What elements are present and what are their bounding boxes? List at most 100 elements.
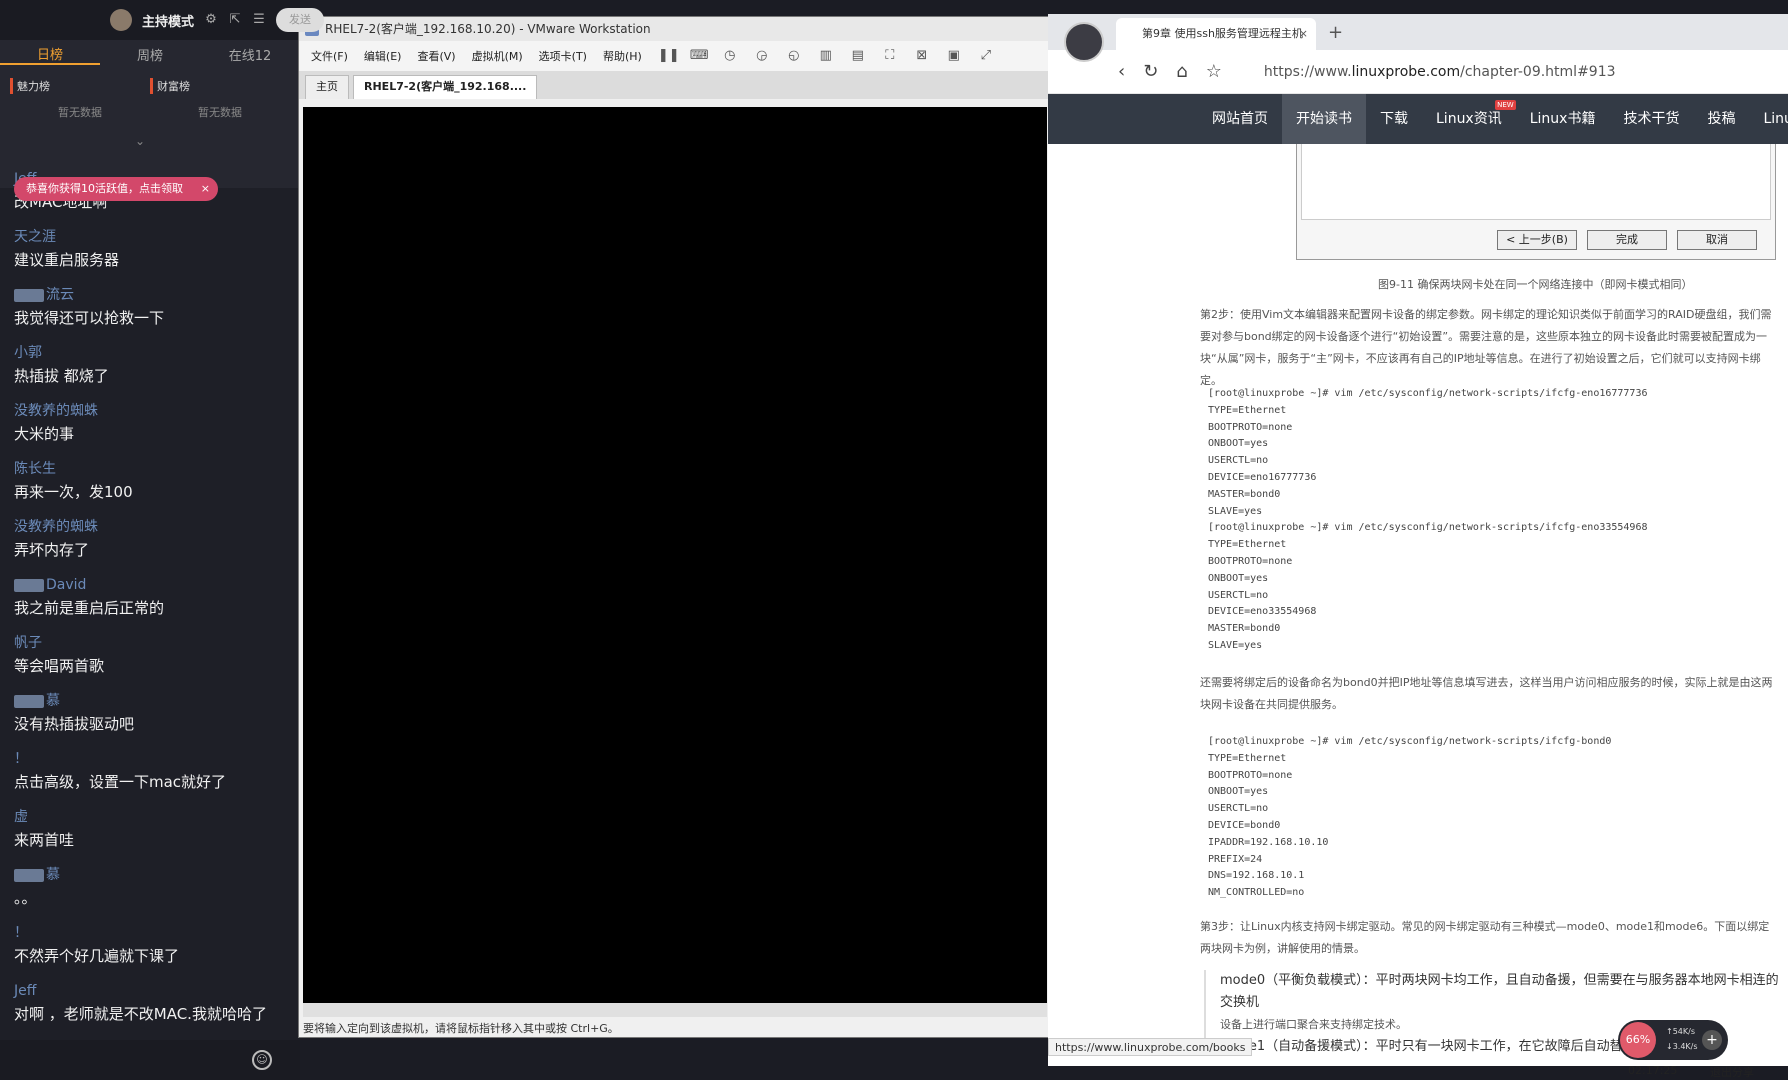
chat-messages: Jeff改MAC地址啊天之涯建议重启服务器流云我觉得还可以抢救一下小郭热插拔 都… <box>0 168 290 1038</box>
collapse-chevron-icon[interactable]: ⌄ <box>130 134 150 148</box>
chat-message: 流云 我觉得还可以抢救一下 <box>0 284 290 342</box>
manage-snapshots-icon[interactable]: ◵ <box>786 48 802 64</box>
board-title: 财富榜 <box>150 78 290 94</box>
wizard-dialog-screenshot: < 上一步(B) 完成 取消 <box>1296 144 1776 260</box>
console-icon[interactable]: ▣ <box>946 48 962 64</box>
menu-tabs[interactable]: 选项卡(T) <box>539 48 587 64</box>
exit-share-button[interactable]: 退出分享 <box>1710 1064 1754 1080</box>
tab-weekly[interactable]: 周榜 <box>100 45 200 64</box>
site-nav-item[interactable]: 下载 <box>1366 94 1422 144</box>
site-nav-label: Linux资讯 <box>1436 111 1502 127</box>
mode0-item: mode0（平衡负载模式）：平时两块网卡均工作，且自动备援，但需要在与服务器本地… <box>1220 973 1779 1010</box>
chat-username[interactable]: 流云 <box>14 284 276 306</box>
chat-username[interactable]: 帆子 <box>14 632 276 654</box>
vmware-window: RHEL7-2(客户端_192.168.10.20) - VMware Work… <box>298 16 1050 1038</box>
chat-message-text: 不然弄个好几遍就下课了 <box>14 947 180 965</box>
chat-username[interactable]: 小郭 <box>14 342 276 364</box>
host-avatar[interactable] <box>109 9 132 31</box>
browser-tab-active[interactable]: 第9章 使用ssh服务管理远程主机 × <box>1116 18 1316 50</box>
snapshot-icon[interactable]: ◷ <box>722 48 738 64</box>
chat-message: 没教养的蜘蛛 弄坏内存了 <box>0 516 290 574</box>
tab-rhel7-client[interactable]: RHEL7-2(客户端_192.168.... <box>353 75 538 99</box>
chat-input-bar: ☺ <box>0 1040 300 1080</box>
vm-status-text: 要将输入定向到该虚拟机，请将鼠标指针移入其中或按 Ctrl+G。 <box>303 1022 619 1035</box>
new-tab-icon[interactable]: + <box>1328 22 1343 43</box>
reload-icon[interactable]: ↻ <box>1143 61 1158 82</box>
chat-message-text: 大米的事 <box>14 425 75 443</box>
send-keys-icon[interactable]: ⌨ <box>690 48 709 64</box>
sidebar-icon[interactable]: ▥ <box>818 48 834 64</box>
chat-username-text: 慕 <box>46 693 60 709</box>
chat-message-text: 没有热插拔驱动吧 <box>14 715 135 733</box>
pause-icon[interactable]: ❚❚ <box>658 48 680 64</box>
bond0-paragraph: 还需要将绑定后的设备命名为bond0并把IP地址等信息填写进去，这样当用户访问相… <box>1200 676 1773 711</box>
reward-toast[interactable]: 恭喜你获得10活跃值，点击领取 × <box>14 177 218 201</box>
stream-chat-panel: 主持模式 ⚙ ⇱ ☰ — 日榜 周榜 在线12 魅力榜 暂无数据 ⌄ 财富榜 暂… <box>0 0 300 1080</box>
site-nav-item[interactable]: 开始读书 <box>1282 94 1366 144</box>
site-nav-item[interactable]: 投稿 <box>1693 94 1749 144</box>
chat-username[interactable]: ！ <box>14 748 276 770</box>
level-badge-icon <box>14 578 44 592</box>
site-nav-label: 投稿 <box>1707 111 1736 127</box>
chat-message-text: 等会唱两首歌 <box>14 657 105 675</box>
plus-icon[interactable]: + <box>1702 1030 1722 1050</box>
chat-username[interactable]: 慕 <box>14 864 276 886</box>
site-nav-item[interactable]: 技术干货 <box>1609 94 1693 144</box>
url-field[interactable]: https://www.linuxprobe.com/chapter-09.ht… <box>1264 64 1616 80</box>
horizontal-scrollbar[interactable] <box>303 1003 1047 1017</box>
revert-snapshot-icon[interactable]: ◶ <box>754 48 770 64</box>
chat-username[interactable]: 慕 <box>14 690 276 712</box>
tab-home[interactable]: 主页 <box>305 75 349 99</box>
menu-view[interactable]: 查看(V) <box>417 48 455 64</box>
board-empty: 暂无数据 <box>58 106 102 119</box>
chat-username[interactable]: 没教养的蜘蛛 <box>14 516 276 538</box>
site-nav-item[interactable]: Linux培训 <box>1749 94 1788 144</box>
chat-username-text: ！ <box>14 925 28 941</box>
close-tab-icon[interactable]: × <box>1299 18 1308 50</box>
chat-message: David 我之前是重启后正常的 <box>0 574 290 632</box>
site-nav-item[interactable]: Linux书籍 <box>1516 94 1610 144</box>
popout-icon[interactable]: ⇱ <box>228 13 242 27</box>
thumbnail-icon[interactable]: ▤ <box>850 48 866 64</box>
board-empty: 暂无数据 <box>198 106 242 119</box>
site-nav-item[interactable]: Linux资讯 NEW <box>1422 94 1516 144</box>
chat-username[interactable]: ！ <box>14 922 276 944</box>
elapsed-clock: 02:17:25 <box>1628 1064 1678 1077</box>
chat-username[interactable]: 没教养的蜘蛛 <box>14 400 276 422</box>
chat-message: ！ 点击高级，设置一下mac就好了 <box>0 748 290 806</box>
cancel-button: 取消 <box>1677 230 1757 250</box>
home-icon[interactable]: ⌂ <box>1176 61 1187 82</box>
send-button[interactable]: 发送 <box>276 8 324 32</box>
unity-icon[interactable]: ⊠ <box>914 48 930 64</box>
stretch-icon[interactable]: ⤢ <box>978 48 994 64</box>
close-icon[interactable]: × <box>201 177 210 201</box>
chat-username[interactable]: 陈长生 <box>14 458 276 480</box>
chat-message: 没教养的蜘蛛大米的事 <box>0 400 290 458</box>
site-nav-label: Linux培训 <box>1763 111 1788 127</box>
menu-icon[interactable]: ☰ <box>252 13 266 27</box>
chat-username[interactable]: 虚 <box>14 806 276 828</box>
menu-file[interactable]: 文件(F) <box>311 48 348 64</box>
tab-daily[interactable]: 日榜 <box>0 44 100 65</box>
site-nav-item[interactable]: 网站首页 <box>1198 94 1282 144</box>
browser-window: 第9章 使用ssh服务管理远程主机 × + ‹ ↻ ⌂ ☆ https://ww… <box>1048 14 1788 1079</box>
vm-console-screen[interactable] <box>303 107 1047 1003</box>
favorite-star-icon[interactable]: ☆ <box>1206 61 1222 82</box>
menu-edit[interactable]: 编辑(E) <box>364 48 402 64</box>
profile-avatar[interactable] <box>1064 22 1104 62</box>
online-count: 在线12 <box>228 48 272 64</box>
menu-vm[interactable]: 虚拟机(M) <box>472 48 523 64</box>
site-nav-label: 开始读书 <box>1296 111 1352 127</box>
chat-username[interactable]: 天之涯 <box>14 226 276 248</box>
chat-message-text: 我之前是重启后正常的 <box>14 599 165 617</box>
fullscreen-icon[interactable]: ⛶ <box>882 48 898 64</box>
emoji-icon[interactable]: ☺ <box>252 1050 272 1070</box>
chat-username[interactable]: David <box>14 574 276 596</box>
settings-icon[interactable]: ⚙ <box>204 13 218 27</box>
back-icon[interactable]: ‹ <box>1118 61 1125 82</box>
figure-caption: 图9-11 确保两块网卡处在同一个网络连接中（即网卡模式相同） <box>1378 278 1693 291</box>
chat-username[interactable]: Jeff <box>14 980 276 1002</box>
menu-help[interactable]: 帮助(H) <box>603 48 642 64</box>
chat-message-text: 建议重启服务器 <box>14 251 120 269</box>
chat-message: 天之涯建议重启服务器 <box>0 226 290 284</box>
